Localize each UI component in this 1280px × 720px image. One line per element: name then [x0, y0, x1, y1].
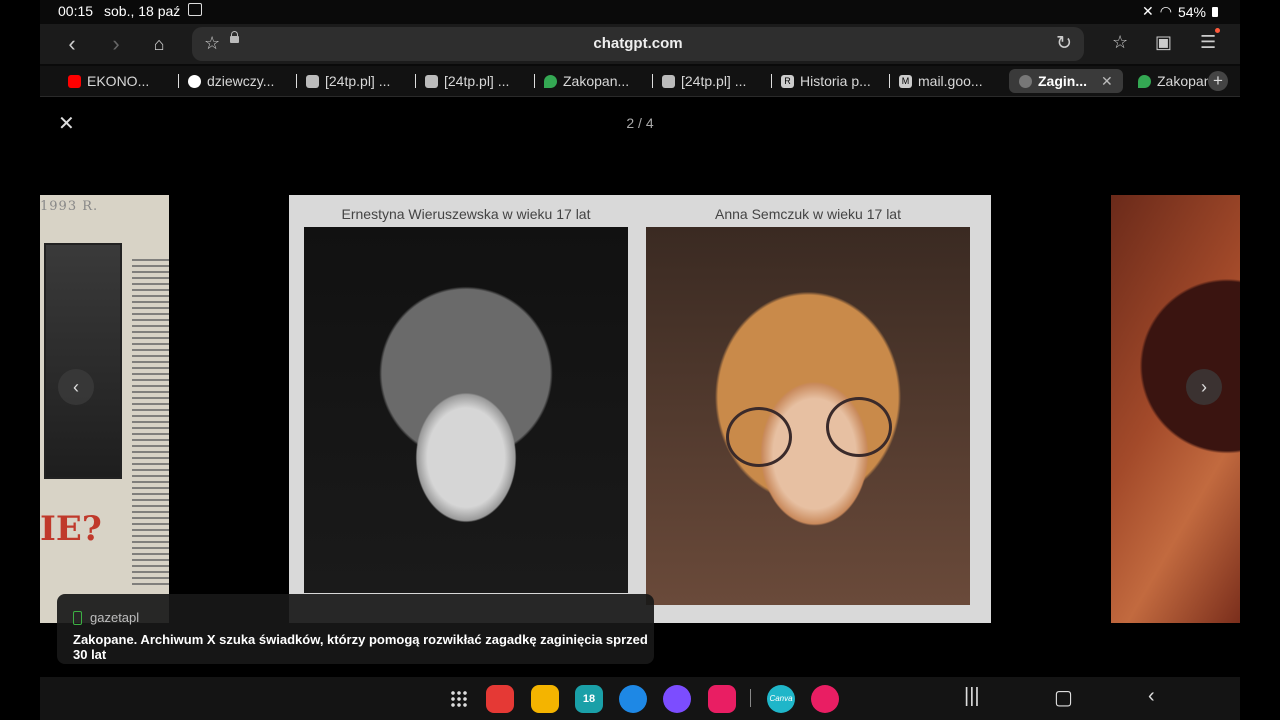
new-tab-button[interactable]: + — [1208, 71, 1228, 91]
home-button[interactable]: ⌂ — [145, 30, 173, 58]
article-title[interactable]: Zakopane. Archiwum X szuka świadków, któ… — [73, 632, 654, 662]
screen-capture-icon — [188, 3, 202, 16]
previous-image-preview[interactable]: 1993 R. IE? — [40, 195, 169, 623]
caption-left: Ernestyna Wieruszewska w wieku 17 lat — [341, 206, 591, 222]
portrait-right-photo — [646, 227, 970, 605]
battery-icon — [1212, 6, 1218, 17]
tab-label: EKONO... — [87, 73, 150, 89]
newspaper-headline: IE? — [40, 509, 102, 549]
tab-item[interactable]: EKONO... — [68, 69, 178, 93]
close-tab-icon[interactable]: ✕ — [1101, 73, 1113, 90]
recent-apps-icon[interactable]: ||| — [964, 685, 980, 708]
tab-item[interactable]: [24tp.pl] ... — [306, 69, 416, 93]
status-date: sob., 18 paź — [104, 3, 181, 19]
tab-separator — [889, 74, 890, 88]
status-time: 00:15 — [58, 3, 94, 19]
tab-label: [24tp.pl] ... — [325, 73, 391, 89]
24tp-icon — [306, 74, 319, 88]
tab-separator — [415, 74, 416, 88]
tablet-screen: 00:15 sob., 18 paź ✕ ◠ 54% ‹ › ⌂ ☆ chatg… — [40, 0, 1240, 720]
files-app-icon[interactable] — [531, 685, 559, 713]
glasses-right-lens — [826, 397, 892, 457]
status-bar: 00:15 sob., 18 paź ✕ ◠ 54% — [40, 0, 1240, 22]
portrait-left-photo — [304, 227, 628, 593]
youtube-icon — [68, 74, 81, 88]
back-button[interactable]: ‹ — [58, 30, 86, 58]
tab-item[interactable]: Zakopan — [1138, 69, 1208, 93]
caption-right: Anna Semczuk w wieku 17 lat — [715, 206, 901, 222]
m-icon: M — [899, 74, 912, 88]
newspaper-photo — [44, 243, 122, 479]
tab-separator — [771, 74, 772, 88]
right-pillarbox — [1240, 0, 1280, 720]
mute-icon: ✕ — [1142, 3, 1154, 19]
bookmarks-icon[interactable]: ☆ — [1112, 32, 1128, 53]
tab-strip: EKONO... dziewczy... [24tp.pl] ... [24tp… — [40, 66, 1240, 97]
wifi-icon: ◠ — [1159, 3, 1172, 19]
menu-icon[interactable]: ☰ — [1200, 32, 1216, 53]
tab-label: dziewczy... — [207, 73, 275, 89]
tab-separator — [652, 74, 653, 88]
camera-app-icon[interactable] — [708, 685, 736, 713]
tab-label: Historia p... — [800, 73, 871, 89]
24tp-icon — [662, 74, 675, 88]
home-nav-icon[interactable]: ▢ — [1054, 685, 1073, 710]
tab-label: [24tp.pl] ... — [681, 73, 747, 89]
previous-image-button[interactable]: ‹ — [58, 369, 94, 405]
tab-item[interactable]: R Historia p... — [781, 69, 891, 93]
source-name: gazetapl — [90, 610, 140, 625]
notification-dot — [1215, 28, 1220, 33]
tab-label: Zakopan... — [563, 73, 630, 89]
google-icon — [188, 74, 201, 88]
messages-app-icon[interactable] — [619, 685, 647, 713]
calendar-app-icon[interactable]: 18 — [575, 685, 603, 713]
taskbar: 18 Canva ||| ▢ ‹ — [40, 677, 1240, 720]
tab-item[interactable]: dziewczy... — [188, 69, 298, 93]
tab-label: Zakopan — [1157, 73, 1208, 89]
app-drawer-icon[interactable] — [450, 690, 468, 708]
tab-label: mail.goo... — [918, 73, 983, 89]
tab-separator — [534, 74, 535, 88]
tab-label: Zagin... — [1038, 73, 1087, 89]
browser-toolbar: ‹ › ⌂ ☆ chatgpt.com ↻ ☆ ▣ ☰ — [40, 24, 1240, 64]
source-row: gazetapl — [73, 610, 139, 625]
main-image: Ernestyna Wieruszewska w wieku 17 lat An… — [289, 195, 991, 623]
address-bar[interactable]: ☆ chatgpt.com ↻ — [192, 27, 1084, 61]
battery-level: 54% — [1177, 3, 1206, 20]
url-text[interactable]: chatgpt.com — [192, 35, 1084, 52]
24tp-icon — [425, 74, 438, 88]
maps-pin-icon — [1138, 74, 1151, 88]
blossom-app-icon[interactable] — [811, 685, 839, 713]
forward-button[interactable]: › — [102, 30, 130, 58]
r-icon: R — [781, 74, 794, 88]
next-image-preview[interactable] — [1111, 195, 1240, 623]
taskbar-divider — [750, 689, 751, 707]
tab-item[interactable]: M mail.goo... — [899, 69, 1009, 93]
tab-separator — [178, 74, 179, 88]
newspaper-text-column — [132, 255, 169, 585]
tab-label: [24tp.pl] ... — [444, 73, 510, 89]
tab-separator — [296, 74, 297, 88]
openai-icon — [1019, 74, 1032, 88]
flipboard-app-icon[interactable] — [486, 685, 514, 713]
tab-item[interactable]: Zakopan... — [544, 69, 654, 93]
browser-app-icon[interactable] — [663, 685, 691, 713]
image-counter: 2 / 4 — [626, 115, 654, 131]
tab-item[interactable]: [24tp.pl] ... — [662, 69, 772, 93]
source-favicon-icon — [73, 610, 82, 625]
newspaper-year: 1993 R. — [40, 199, 99, 214]
back-nav-icon[interactable]: ‹ — [1148, 685, 1155, 708]
canva-app-icon[interactable]: Canva — [767, 685, 795, 713]
tab-item[interactable]: [24tp.pl] ... — [425, 69, 535, 93]
reload-icon[interactable]: ↻ — [1056, 32, 1072, 55]
next-image-button[interactable]: › — [1186, 369, 1222, 405]
status-indicators: ✕ ◠ 54% — [1142, 3, 1218, 20]
glasses-left-lens — [726, 407, 792, 467]
tab-item-active[interactable]: Zagin... ✕ — [1009, 69, 1123, 93]
maps-pin-icon — [544, 74, 557, 88]
image-viewer: ✕ 2 / 4 1993 R. IE? Ernestyna Wieruszews… — [40, 97, 1240, 677]
left-pillarbox — [0, 0, 40, 720]
image-caption-panel[interactable]: gazetapl Zakopane. Archiwum X szuka świa… — [57, 594, 654, 664]
tab-manager-icon[interactable]: ▣ — [1155, 32, 1172, 53]
